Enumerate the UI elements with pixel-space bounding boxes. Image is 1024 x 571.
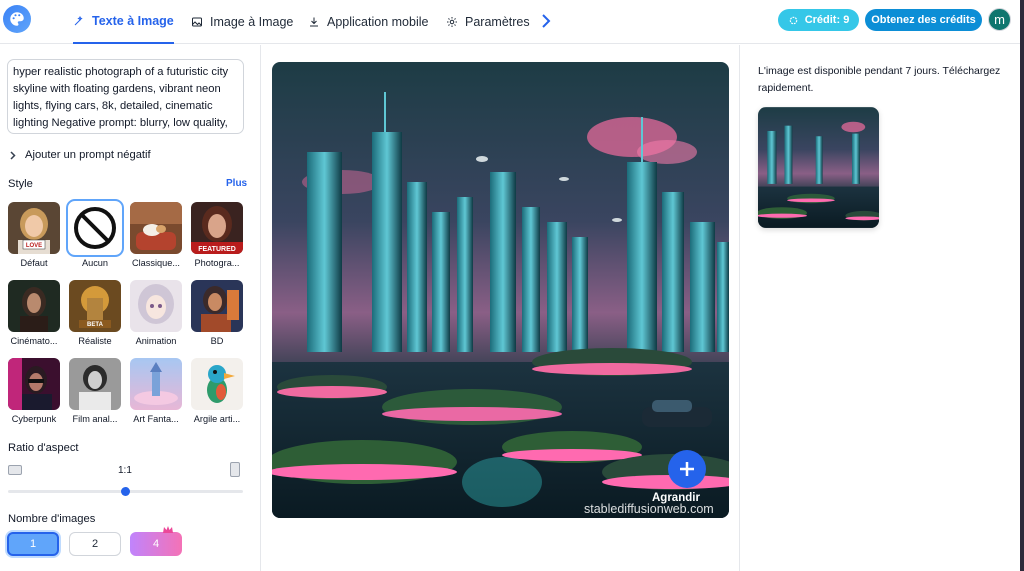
count-option-1[interactable]: 1 <box>7 532 59 556</box>
style-thumbnail <box>130 280 182 332</box>
landscape-ratio-icon[interactable] <box>8 465 22 475</box>
watermark: stablediffusionweb.com <box>584 502 714 516</box>
style-option-analog-film[interactable]: Film anal... <box>68 358 122 428</box>
style-option-cyberpunk[interactable]: Cyberpunk <box>7 358 61 428</box>
style-thumbnail <box>130 358 182 410</box>
style-option-default[interactable]: LOVE Défaut <box>7 202 61 272</box>
count-option-4[interactable]: 4 <box>130 526 182 556</box>
style-thumbnail <box>66 199 124 257</box>
left-panel: hyper realistic photograph of a futurist… <box>0 45 261 571</box>
style-option-comic[interactable]: BD <box>190 280 244 350</box>
credit-label: Crédit: 9 <box>804 14 850 26</box>
style-thumbnail <box>191 280 243 332</box>
style-name: Réaliste <box>78 336 112 346</box>
image-icon <box>192 17 202 27</box>
aspect-ratio-value: 1:1 <box>118 465 132 476</box>
tab-image-to-image[interactable]: Image à Image <box>191 0 293 44</box>
negative-prompt-label: Ajouter un prompt négatif <box>25 149 151 161</box>
style-name: Classique... <box>131 258 180 268</box>
aspect-ratio-label: Ratio d'aspect <box>8 442 79 454</box>
style-option-fantasy-art[interactable]: Art Fanta... <box>129 358 183 428</box>
style-option-realistic[interactable]: BETA Réaliste <box>68 280 122 350</box>
style-label: Style <box>8 178 33 190</box>
sparkle-icon <box>789 16 797 24</box>
avatar[interactable]: m <box>988 8 1011 31</box>
style-thumbnail <box>130 202 182 254</box>
chevron-right-icon[interactable] <box>539 12 553 30</box>
portrait-ratio-icon[interactable] <box>230 462 240 477</box>
style-thumbnail <box>69 358 121 410</box>
style-thumbnail: LOVE <box>8 202 60 254</box>
image-count-label: Nombre d'images <box>8 513 96 525</box>
style-option-clay-art[interactable]: Argile arti... <box>190 358 244 428</box>
thumb-text: BETA <box>87 322 104 328</box>
gear-icon <box>447 17 457 27</box>
slider-thumb[interactable] <box>121 487 130 496</box>
prohibited-icon <box>74 207 116 249</box>
style-option-animation[interactable]: Animation <box>129 280 183 350</box>
add-negative-prompt-toggle[interactable]: Ajouter un prompt négatif <box>10 149 151 161</box>
style-option-classic[interactable]: Classique... <box>129 202 183 272</box>
count-option-2[interactable]: 2 <box>69 532 121 556</box>
top-bar: Texte à Image Image à Image Application … <box>0 0 1020 44</box>
style-name: Film anal... <box>72 414 118 424</box>
style-name: Argile arti... <box>193 414 241 424</box>
thumb-text: LOVE <box>26 243 42 249</box>
style-thumbnail: FEATURED <box>191 202 243 254</box>
prompt-textarea[interactable]: hyper realistic photograph of a futurist… <box>7 59 244 134</box>
style-name: Défaut <box>20 258 48 268</box>
tab-label: Paramètres <box>465 15 530 29</box>
right-panel: L'image est disponible pendant 7 jours. … <box>741 45 1020 571</box>
style-name: BD <box>210 336 224 346</box>
tab-settings[interactable]: Paramètres <box>446 0 530 44</box>
style-name: Cyberpunk <box>11 414 57 424</box>
style-thumbnail <box>8 280 60 332</box>
wand-icon <box>74 15 83 26</box>
thumb-text: FEATURED <box>198 246 236 253</box>
style-thumbnail <box>191 358 243 410</box>
result-thumbnail[interactable] <box>758 107 879 228</box>
credit-badge[interactable]: Crédit: 9 <box>778 9 859 31</box>
palette-logo-icon[interactable] <box>3 5 31 33</box>
style-name: Cinémato... <box>10 336 58 346</box>
crown-icon <box>163 526 173 533</box>
availability-notice: L'image est disponible pendant 7 jours. … <box>758 65 1001 94</box>
generated-image[interactable]: Agrandir stablediffusionweb.com <box>272 62 729 518</box>
chevron-right-icon <box>10 150 16 160</box>
tab-label: Texte à Image <box>92 14 174 28</box>
style-option-cinematic[interactable]: Cinémato... <box>7 280 61 350</box>
tab-label: Application mobile <box>327 15 429 29</box>
style-name: Art Fanta... <box>133 414 179 424</box>
upscale-button[interactable] <box>668 450 706 488</box>
plus-icon <box>680 462 694 476</box>
download-icon <box>310 17 318 27</box>
more-styles-link[interactable]: Plus <box>226 178 247 189</box>
tab-label: Image à Image <box>210 15 294 29</box>
style-thumbnail <box>8 358 60 410</box>
center-panel: Agrandir stablediffusionweb.com <box>262 45 740 571</box>
count-label: 4 <box>152 538 160 550</box>
tab-mobile-app[interactable]: Application mobile <box>308 0 428 44</box>
style-option-none[interactable]: Aucun <box>66 199 124 272</box>
tab-text-to-image[interactable]: Texte à Image <box>73 0 174 44</box>
get-credits-button[interactable]: Obtenez des crédits <box>865 9 982 31</box>
style-name: Animation <box>135 336 177 346</box>
style-name: Photogra... <box>194 258 240 268</box>
style-name: Aucun <box>81 258 109 268</box>
style-thumbnail: BETA <box>69 280 121 332</box>
window-edge <box>1020 0 1024 571</box>
style-option-photography[interactable]: FEATURED Photogra... <box>190 202 244 272</box>
aspect-ratio-slider[interactable] <box>8 487 243 496</box>
